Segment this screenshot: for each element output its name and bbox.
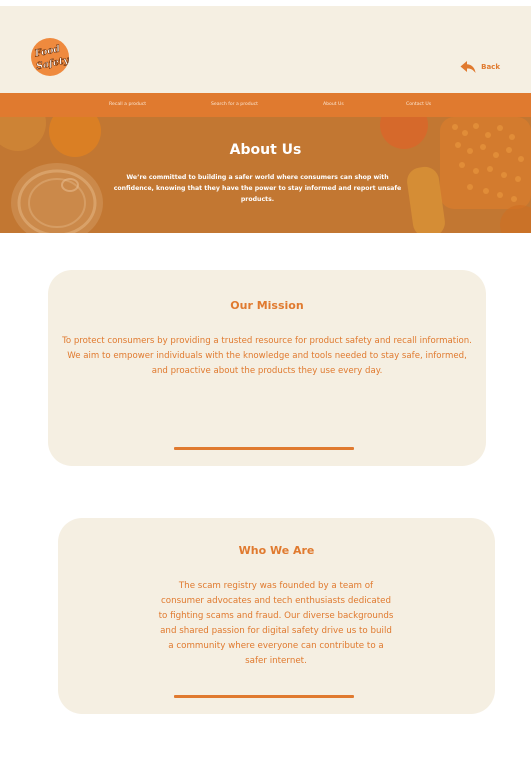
mission-card: Our Mission To protect consumers by prov… [48,270,486,466]
food-safety-logo[interactable]: Food Safety [28,35,72,79]
main-nav: Recall a product Search for a product Ab… [0,93,531,117]
who-we-are-title: Who We Are [238,544,315,557]
back-button[interactable]: Back [460,60,500,74]
mission-title: Our Mission [230,299,304,312]
hero-title: About Us [229,142,302,158]
nav-item-contact[interactable]: Contact Us [406,93,431,117]
back-label: Back [481,63,500,71]
mission-body: To protect consumers by providing a trus… [62,336,472,376]
who-we-are-divider [174,695,354,698]
who-we-are-body: The scam registry was founded by a team … [158,581,394,666]
hero-banner: About Us We’re committed to building a s… [0,117,531,233]
nav-item-about[interactable]: About Us [323,93,344,117]
who-we-are-card: Who We Are The scam registry was founded… [58,518,495,714]
hero-description: We’re committed to building a safer worl… [113,174,402,203]
nav-item-recall[interactable]: Recall a product [109,93,146,117]
mission-divider [174,447,354,450]
site-header: Food Safety Back [0,6,531,93]
nav-item-search[interactable]: Search for a product [211,93,258,117]
reply-arrow-icon [460,61,476,73]
